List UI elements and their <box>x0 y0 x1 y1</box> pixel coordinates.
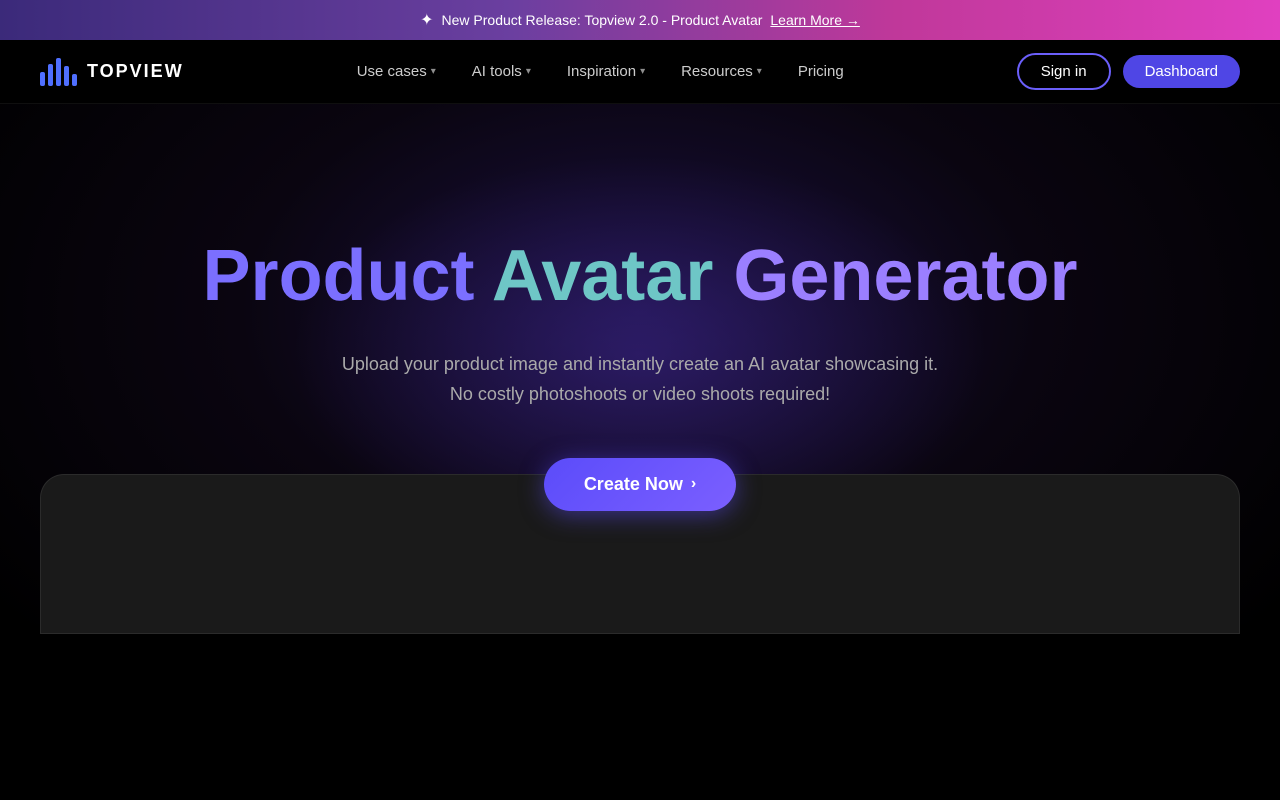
nav-ai-tools[interactable]: AI tools ▾ <box>458 55 545 88</box>
title-avatar: Avatar <box>492 236 713 316</box>
create-now-button[interactable]: Create Now › <box>544 458 736 511</box>
subtitle-line1: Upload your product image and instantly … <box>342 354 938 374</box>
nav-resources[interactable]: Resources ▾ <box>667 55 776 88</box>
logo-icon <box>40 58 77 86</box>
nav-actions: Sign in Dashboard <box>1017 53 1240 90</box>
subtitle-line2: No costly photoshoots or video shoots re… <box>450 384 830 404</box>
title-product: Product <box>203 236 475 316</box>
logo-text: TOPVIEW <box>87 61 184 82</box>
nav-inspiration[interactable]: Inspiration ▾ <box>553 55 659 88</box>
chevron-down-icon: ▾ <box>526 66 531 77</box>
chevron-right-icon: › <box>691 475 696 493</box>
hero-section: Product Avatar Generator Upload your pro… <box>0 104 1280 624</box>
learn-more-link[interactable]: Learn More → <box>770 12 859 28</box>
announcement-bar: ✦ New Product Release: Topview 2.0 - Pro… <box>0 0 1280 40</box>
chevron-down-icon: ▾ <box>757 66 762 77</box>
hero-title: Product Avatar Generator <box>203 237 1078 316</box>
title-generator: Generator <box>733 236 1077 316</box>
chevron-down-icon: ▾ <box>431 66 436 77</box>
chevron-down-icon: ▾ <box>640 66 645 77</box>
create-now-label: Create Now <box>584 474 683 495</box>
nav-use-cases[interactable]: Use cases ▾ <box>343 55 450 88</box>
logo[interactable]: TOPVIEW <box>40 58 184 86</box>
announcement-text: New Product Release: Topview 2.0 - Produ… <box>442 12 763 28</box>
sparkle-icon: ✦ <box>420 10 433 30</box>
nav-links: Use cases ▾ AI tools ▾ Inspiration ▾ Res… <box>343 55 858 88</box>
navbar: TOPVIEW Use cases ▾ AI tools ▾ Inspirati… <box>0 40 1280 104</box>
dashboard-button[interactable]: Dashboard <box>1123 55 1240 88</box>
signin-button[interactable]: Sign in <box>1017 53 1111 90</box>
hero-subtitle: Upload your product image and instantly … <box>342 349 938 410</box>
nav-pricing[interactable]: Pricing <box>784 55 858 88</box>
